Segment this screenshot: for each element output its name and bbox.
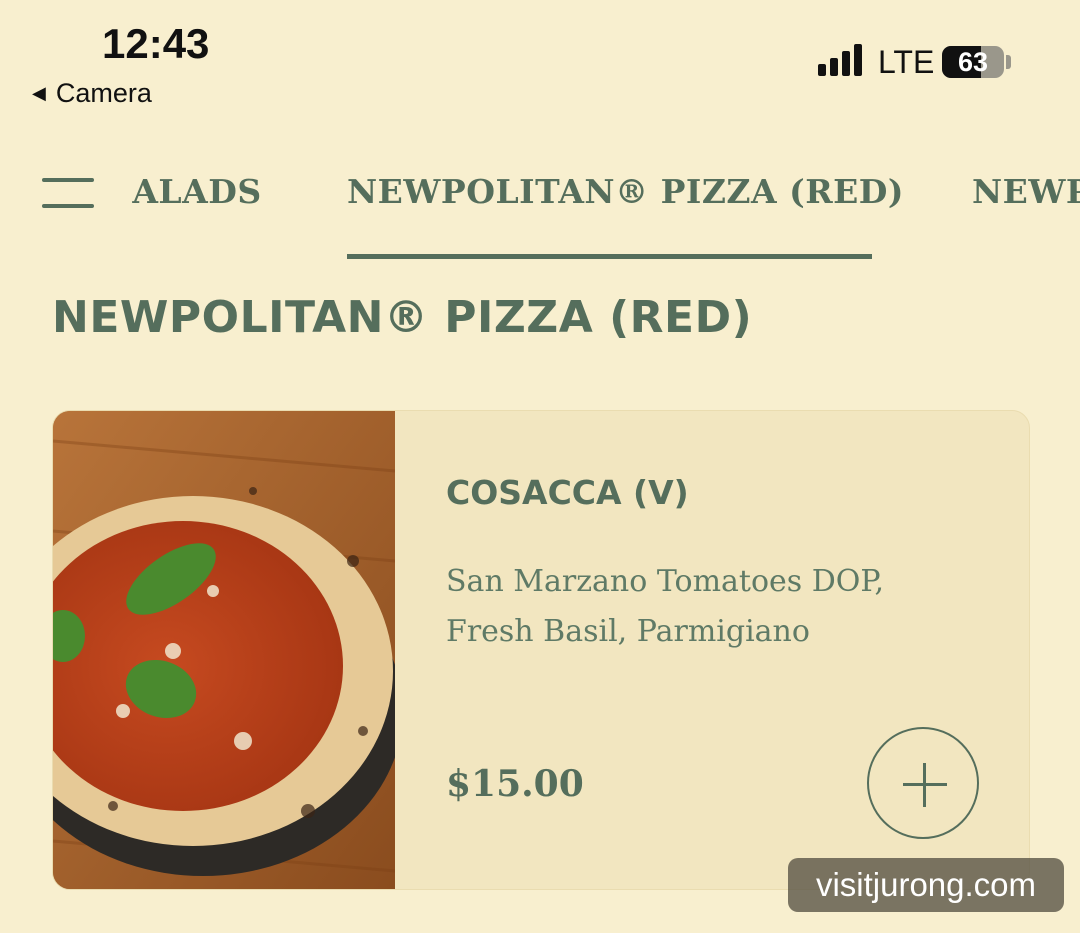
back-label: Camera [55, 78, 152, 108]
back-to-camera-link[interactable]: ◀ Camera [32, 78, 152, 109]
network-type: LTE [878, 44, 935, 80]
product-description: San Marzano Tomatoes DOP, Fresh Basil, P… [446, 564, 885, 649]
watermark: visitjurong.com [788, 858, 1064, 912]
battery-percent: 63 [957, 47, 989, 77]
product-price: $15.00 [446, 763, 584, 805]
pizza-photo-image [53, 411, 395, 889]
status-bar: 12:43 ◀ Camera LTE 63 [0, 0, 1080, 120]
back-arrow-icon: ◀ [32, 83, 46, 103]
category-nav: SALADS NEWPOLITAN® PIZZA (RED) NEWP [0, 150, 1080, 270]
product-card[interactable]: COSACCA (V) San Marzano Tomatoes DOP, Fr… [52, 410, 1030, 890]
cellular-signal-icon [818, 44, 862, 76]
active-tab-underline [347, 254, 872, 259]
battery-tip [1006, 55, 1011, 69]
add-to-cart-button[interactable] [867, 727, 979, 839]
tab-salads[interactable]: SALADS [130, 172, 270, 211]
status-time: 12:43 [102, 20, 210, 67]
section-title: NEWPOLITAN® PIZZA (RED) [52, 292, 753, 343]
product-name: COSACCA (V) [446, 473, 689, 512]
tab-newpolitan-pizza-red[interactable]: NEWPOLITAN® PIZZA (RED) [347, 172, 904, 211]
tab-newpolitan-partial[interactable]: NEWP [972, 172, 1080, 211]
battery-icon: 63 [942, 46, 1004, 78]
menu-icon[interactable] [42, 178, 94, 208]
